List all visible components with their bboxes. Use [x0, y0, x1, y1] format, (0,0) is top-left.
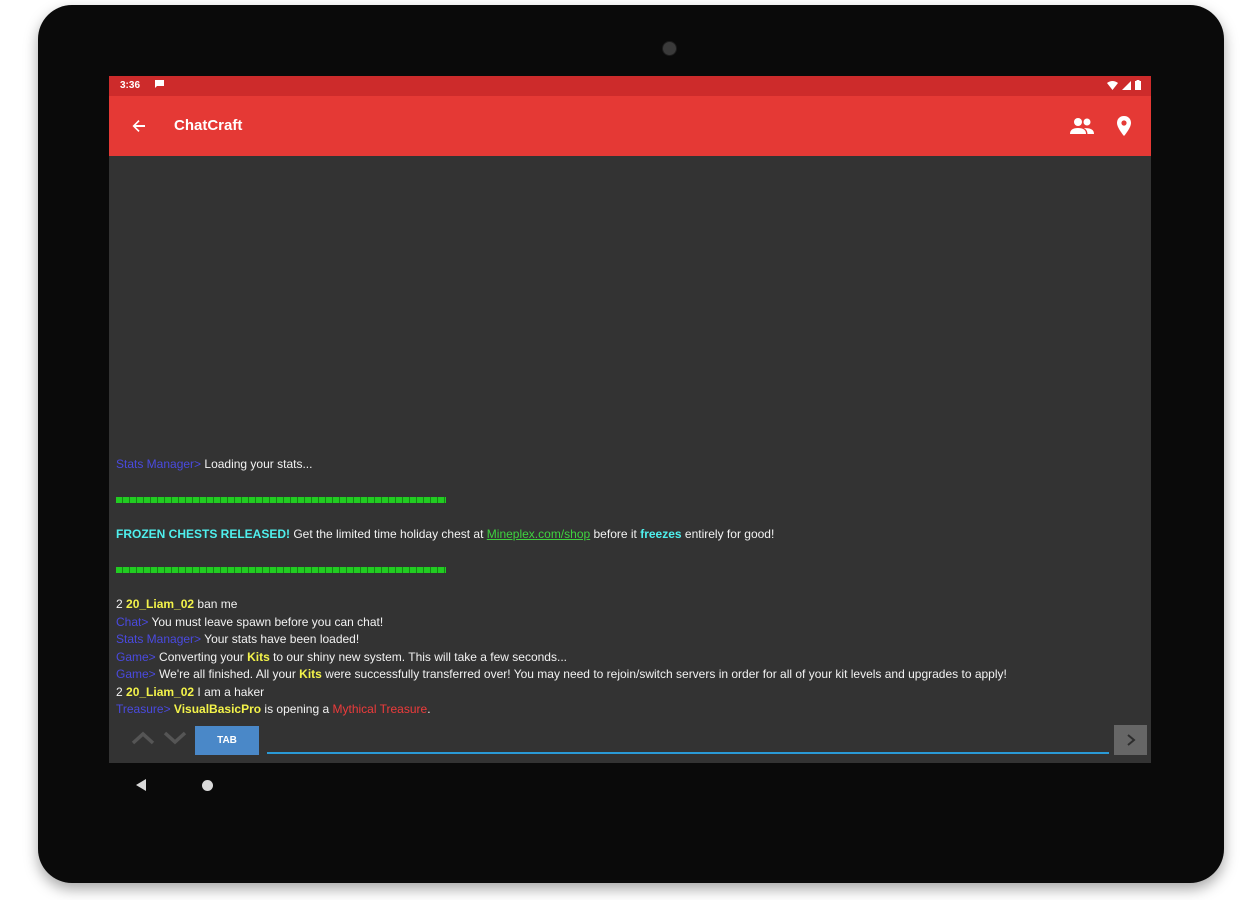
nav-back-icon[interactable]: [134, 778, 148, 792]
signal-icon: [1122, 80, 1131, 90]
front-camera: [662, 41, 677, 56]
chat-segment: Stats Manager>: [116, 632, 205, 646]
chat-message: FROZEN CHESTS RELEASED! Get the limited …: [116, 526, 1146, 544]
chat-spacer: [116, 544, 1146, 562]
chat-message: 2 20_Liam_02 I am a haker: [116, 684, 1146, 702]
back-arrow-icon[interactable]: [129, 116, 149, 136]
chat-segment: Kits: [247, 649, 270, 664]
location-icon[interactable]: [1115, 114, 1133, 138]
chat-segment: Converting your: [159, 649, 248, 664]
chevron-down-icon[interactable]: [163, 730, 187, 746]
chat-segment: We're all finished. All your: [159, 667, 300, 681]
chat-log: Stats Manager> Loading your stats... FROZ…: [116, 456, 1146, 719]
chat-segment: Kits: [299, 667, 322, 681]
chat-segment: I am a haker: [194, 684, 265, 699]
chat-segment: is opening a: [261, 702, 333, 716]
chat-segment: before it: [590, 527, 641, 541]
chat-segment: 20_Liam_02: [126, 684, 195, 699]
chat-input-bar: TAB: [109, 722, 1151, 763]
chat-segment: You must leave spawn before you can chat…: [151, 614, 384, 629]
chat-segment: .: [427, 702, 431, 716]
chat-message: Game> We're all finished. All your Kits …: [116, 666, 1146, 684]
send-button[interactable]: [1114, 725, 1147, 755]
chat-input[interactable]: [267, 726, 1109, 754]
chat-segment: Mythical Treasure: [332, 702, 428, 716]
chat-message: 2 20_Liam_02 ban me: [116, 596, 1146, 614]
message-icon: [155, 80, 164, 88]
people-icon[interactable]: [1069, 114, 1095, 138]
app-bar: ChatCraft: [109, 96, 1151, 156]
chat-spacer: [116, 509, 1146, 527]
chat-message: Stats Manager> Your stats have been load…: [116, 631, 1146, 649]
chat-spacer: [116, 474, 1146, 492]
chat-segment: Get the limited time holiday chest at: [290, 527, 487, 541]
battery-icon: [1135, 80, 1141, 90]
chat-segment: 2: [116, 684, 127, 699]
chat-segment: VisualBasicPro: [173, 702, 262, 716]
chat-segment: Your stats have been loaded!: [204, 632, 360, 646]
chat-segment: ban me: [194, 597, 238, 611]
status-bar: 3:36: [109, 76, 1151, 96]
tab-button[interactable]: TAB: [195, 726, 259, 755]
chevron-up-icon[interactable]: [131, 730, 155, 746]
chat-segment: Loading your stats...: [204, 457, 313, 471]
status-time: 3:36: [120, 80, 141, 91]
chat-message: Game> Converting your Kits to our shiny …: [116, 649, 1146, 667]
nav-home-icon[interactable]: [202, 780, 213, 791]
chat-divider-bar: [116, 566, 446, 573]
chat-segment: were successfully transferred over! You …: [321, 667, 1007, 681]
app-title: ChatCraft: [174, 117, 243, 134]
chat-message: Chat> You must leave spawn before you ca…: [116, 614, 1146, 632]
chat-segment: 20_Liam_02: [126, 597, 195, 611]
chat-message: Stats Manager> Loading your stats...: [116, 456, 1146, 474]
send-icon: [1126, 734, 1136, 746]
chat-link[interactable]: Mineplex.com/shop: [487, 527, 590, 541]
chat-segment: FROZEN CHESTS RELEASED!: [116, 527, 291, 541]
chat-segment: to our shiny new system. This will take …: [269, 649, 567, 664]
chat-spacer: [116, 579, 1146, 597]
chat-segment: Stats Manager>: [116, 457, 205, 471]
chat-segment: Treasure>: [116, 702, 174, 716]
app-screen: 3:36 ChatCraft Stats Manager> Loading yo…: [109, 76, 1151, 763]
chat-segment: Chat>: [116, 614, 152, 629]
status-icons: [1107, 80, 1141, 90]
chat-segment: Game>: [116, 649, 160, 664]
chat-segment: Game>: [116, 667, 160, 681]
wifi-icon: [1107, 80, 1118, 90]
chat-segment: freezes: [640, 527, 682, 541]
chat-divider-bar: [116, 496, 446, 503]
chat-message: Treasure> VisualBasicPro is opening a My…: [116, 701, 1146, 719]
chat-segment: entirely for good!: [681, 527, 775, 541]
chat-segment: 2: [116, 597, 127, 611]
